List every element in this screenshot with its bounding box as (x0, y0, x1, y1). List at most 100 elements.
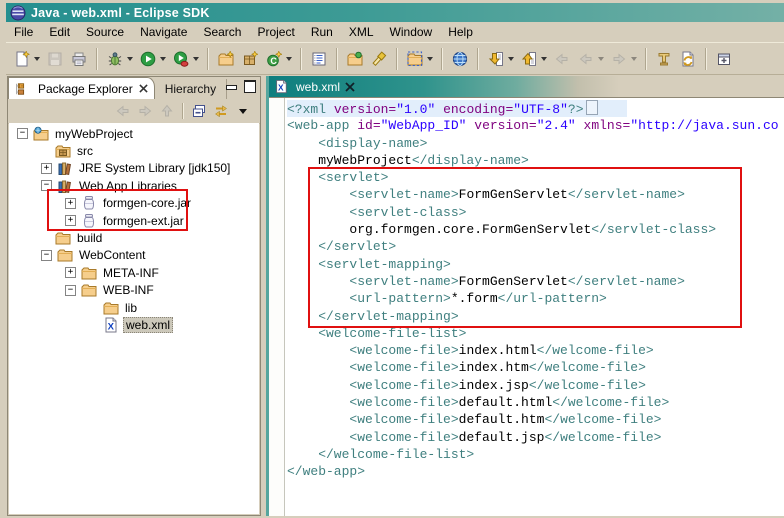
code-line-18[interactable]: <welcome-file>default.html</welcome-file… (287, 394, 784, 411)
tree-item-formgen-ext.jar[interactable]: + formgen-ext.jar (9, 212, 259, 229)
code-line-20[interactable]: <welcome-file>default.jsp</welcome-file> (287, 429, 784, 446)
tree-item-formgen-core.jar[interactable]: + formgen-core.jar (9, 195, 259, 212)
tree-item-label[interactable]: formgen-core.jar (101, 196, 193, 210)
web-browser-button[interactable] (448, 48, 472, 69)
search-flashlight-button[interactable] (367, 48, 391, 69)
code-line-9[interactable]: </servlet> (287, 238, 784, 255)
code-line-19[interactable]: <welcome-file>default.htm</welcome-file> (287, 411, 784, 428)
tree-item-label[interactable]: web.xml (123, 317, 173, 333)
menu-search[interactable]: Search (195, 23, 249, 41)
forward-button[interactable] (607, 48, 640, 69)
link-with-editor-button[interactable] (210, 101, 232, 122)
menu-project[interactable]: Project (249, 23, 302, 41)
menu-navigate[interactable]: Navigate (132, 23, 195, 41)
run-external-tools-button[interactable] (169, 48, 202, 69)
back-button[interactable] (574, 48, 607, 69)
dropdown-arrow-icon[interactable] (160, 57, 166, 61)
code-line-14[interactable]: <welcome-file-list> (287, 325, 784, 342)
expand-plus-icon[interactable]: + (65, 267, 76, 278)
debug-button[interactable] (103, 48, 136, 69)
new-class-button[interactable]: C (262, 48, 295, 69)
tree-item-label[interactable]: Web App Libraries (77, 179, 179, 193)
tab-close-icon[interactable] (345, 82, 355, 92)
code-line-8[interactable]: org.formgen.core.FormGenServlet</servlet… (287, 221, 784, 238)
dropdown-arrow-icon[interactable] (541, 57, 547, 61)
task-list-button[interactable] (307, 48, 331, 69)
menu-xml[interactable]: XML (341, 23, 382, 41)
code-line-1[interactable]: <?xml version="1.0" encoding="UTF-8"?> (287, 100, 627, 117)
maximize-view-icon[interactable] (244, 80, 256, 93)
restore-editor-button[interactable] (712, 48, 736, 69)
tree-item-mywebproject[interactable]: − myWebProject (9, 125, 259, 142)
open-resource-button[interactable] (343, 48, 367, 69)
code-line-3[interactable]: <display-name> (287, 135, 784, 152)
new-package-button[interactable] (238, 48, 262, 69)
up-button[interactable] (156, 101, 178, 122)
code-line-10[interactable]: <servlet-mapping> (287, 256, 784, 273)
dropdown-arrow-icon[interactable] (127, 57, 133, 61)
xml-source-code[interactable]: <?xml version="1.0" encoding="UTF-8"?><w… (287, 100, 784, 516)
tree-item-web-inf[interactable]: − WEB-INF (9, 282, 259, 299)
collapse-minus-icon[interactable]: − (41, 180, 52, 191)
tab-close-icon[interactable] (139, 84, 148, 93)
type-hierarchy-button[interactable] (652, 48, 676, 69)
tree-item-web.xml[interactable]: Xweb.xml (9, 316, 259, 333)
code-line-16[interactable]: <welcome-file>index.htm</welcome-file> (287, 359, 784, 376)
dropdown-arrow-icon[interactable] (631, 57, 637, 61)
code-line-4[interactable]: myWebProject</display-name> (287, 152, 784, 169)
dropdown-arrow-icon[interactable] (598, 57, 604, 61)
collapse-minus-icon[interactable]: − (65, 285, 76, 296)
expand-plus-icon[interactable]: + (65, 215, 76, 226)
collapse-minus-icon[interactable]: − (17, 128, 28, 139)
tree-item-label[interactable]: lib (123, 301, 139, 315)
dropdown-arrow-icon[interactable] (34, 57, 40, 61)
code-line-15[interactable]: <welcome-file>index.html</welcome-file> (287, 342, 784, 359)
menu-run[interactable]: Run (303, 23, 341, 41)
tree-item-webcontent[interactable]: −WebContent (9, 247, 259, 264)
tree-item-label[interactable]: formgen-ext.jar (101, 214, 186, 228)
tree-item-label[interactable]: META-INF (101, 266, 161, 280)
next-annotation-button[interactable] (484, 48, 517, 69)
back-button[interactable] (112, 101, 134, 122)
new-wizard-button[interactable] (10, 48, 43, 69)
code-snippet-button[interactable] (403, 48, 436, 69)
tree-item-label[interactable]: myWebProject (53, 127, 135, 141)
code-line-2[interactable]: <web-app id="WebApp_ID" version="2.4" xm… (287, 117, 784, 134)
menu-file[interactable]: File (6, 23, 41, 41)
code-line-6[interactable]: <servlet-name>FormGenServlet</servlet-na… (287, 186, 784, 203)
collapse-all-button[interactable] (188, 101, 210, 122)
synchronize-button[interactable] (676, 48, 700, 69)
annotation-ruler[interactable] (269, 98, 285, 516)
view-menu-button[interactable] (232, 101, 254, 122)
tab-hierarchy[interactable]: Hierarchy (155, 79, 227, 99)
code-line-22[interactable]: </web-app> (287, 463, 784, 480)
tree-item-label[interactable]: src (75, 144, 95, 158)
expand-plus-icon[interactable]: + (41, 163, 52, 174)
new-web-component-button[interactable] (214, 48, 238, 69)
menu-help[interactable]: Help (440, 23, 481, 41)
tree-item-build[interactable]: build (9, 229, 259, 246)
tree-item-label[interactable]: JRE System Library [jdk150] (77, 161, 232, 175)
minimize-view-icon[interactable] (226, 82, 236, 91)
expand-plus-icon[interactable]: + (65, 198, 76, 209)
tab-package-explorer[interactable]: Package Explorer (8, 77, 155, 99)
menu-source[interactable]: Source (78, 23, 132, 41)
code-line-7[interactable]: <servlet-class> (287, 204, 784, 221)
tree-item-label[interactable]: build (75, 231, 104, 245)
forward-button[interactable] (134, 101, 156, 122)
tree-item-src[interactable]: src (9, 142, 259, 159)
print-button[interactable] (67, 48, 91, 69)
tree-item-lib[interactable]: lib (9, 299, 259, 316)
code-line-13[interactable]: </servlet-mapping> (287, 308, 784, 325)
dropdown-arrow-icon[interactable] (193, 57, 199, 61)
save-button[interactable] (43, 48, 67, 69)
code-line-5[interactable]: <servlet> (287, 169, 784, 186)
code-line-17[interactable]: <welcome-file>index.jsp</welcome-file> (287, 377, 784, 394)
tree-item-label[interactable]: WEB-INF (101, 283, 156, 297)
tree-item-web-app-libraries[interactable]: − Web App Libraries (9, 177, 259, 194)
tree-item-meta-inf[interactable]: + META-INF (9, 264, 259, 281)
tab-web-xml[interactable]: X web.xml (274, 79, 355, 95)
prev-annotation-button[interactable] (517, 48, 550, 69)
run-button[interactable] (136, 48, 169, 69)
menu-window[interactable]: Window (382, 23, 441, 41)
